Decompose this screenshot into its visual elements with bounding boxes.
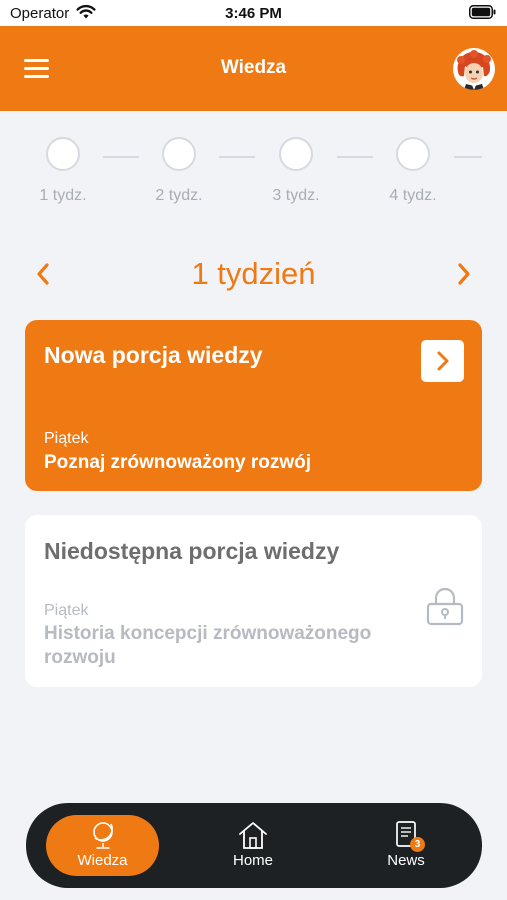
tab-wiedza[interactable]: Wiedza bbox=[46, 815, 159, 876]
bottom-tab-bar: Wiedza Home 3 News bbox=[26, 803, 482, 888]
knowledge-card-locked: Niedostępna porcja wiedzy Piątek Histori… bbox=[25, 515, 482, 687]
step-label: 3 tydz. bbox=[272, 187, 320, 204]
card-day: Piątek bbox=[44, 430, 89, 447]
notification-badge: 3 bbox=[410, 837, 425, 852]
week-progress-stepper: 1 tydz. 2 tydz. 3 tydz. 4 tydz. bbox=[0, 135, 507, 215]
tab-label: News bbox=[387, 852, 425, 869]
step-3-circle[interactable] bbox=[279, 137, 313, 171]
step-2-circle[interactable] bbox=[162, 137, 196, 171]
step-connector bbox=[454, 156, 482, 158]
status-bar: Operator 3:46 PM bbox=[0, 0, 507, 26]
step-4-circle[interactable] bbox=[396, 137, 430, 171]
chevron-right-icon[interactable] bbox=[449, 256, 479, 292]
tab-news[interactable]: 3 News bbox=[351, 815, 461, 876]
card-title: Niedostępna porcja wiedzy bbox=[44, 538, 340, 564]
step-connector bbox=[219, 156, 255, 158]
app-header: Wiedza bbox=[0, 26, 507, 111]
card-day: Piątek bbox=[44, 602, 89, 619]
step-1-circle[interactable] bbox=[46, 137, 80, 171]
house-icon bbox=[237, 820, 269, 855]
avatar[interactable] bbox=[453, 48, 495, 90]
knowledge-card-available[interactable]: Nowa porcja wiedzy Piątek Poznaj zrównow… bbox=[25, 320, 482, 491]
step-label: 1 tydz. bbox=[39, 187, 87, 204]
step-connector bbox=[337, 156, 373, 158]
tab-label: Wiedza bbox=[77, 852, 128, 869]
page-title: Wiedza bbox=[220, 57, 287, 78]
step-label: 4 tydz. bbox=[389, 187, 437, 204]
clock: 3:46 PM bbox=[225, 5, 282, 22]
step-label: 2 tydz. bbox=[155, 187, 203, 204]
card-topic: Historia koncepcji zrównoważonego rozwoj… bbox=[44, 623, 372, 668]
battery-icon bbox=[469, 5, 496, 24]
tab-home[interactable]: Home bbox=[198, 815, 308, 876]
tab-label: Home bbox=[232, 852, 273, 869]
week-navigator: 1 tydzień bbox=[0, 252, 507, 302]
step-connector bbox=[103, 156, 139, 158]
open-card-button[interactable] bbox=[421, 340, 464, 382]
week-title: 1 tydzień bbox=[191, 256, 316, 291]
lock-icon bbox=[426, 587, 464, 632]
card-title: Nowa porcja wiedzy bbox=[44, 342, 263, 368]
card-topic: Poznaj zrównoważony rozwój bbox=[44, 452, 312, 473]
